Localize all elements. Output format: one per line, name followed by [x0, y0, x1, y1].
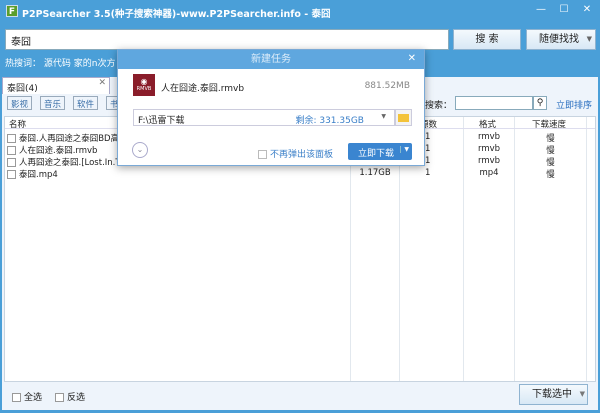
close-icon[interactable]: ✕	[98, 78, 106, 88]
free-space: 剩余: 331.35GB	[295, 116, 364, 126]
header-format[interactable]: 格式	[479, 118, 496, 130]
search-input[interactable]: 泰囧	[5, 29, 449, 50]
file-size: 881.52MB	[364, 81, 410, 91]
result-search-input[interactable]	[455, 96, 533, 110]
save-path-select[interactable]: F:\迅雷下载 剩余: 331.35GB ▼	[133, 109, 395, 126]
search-icon[interactable]: ⚲	[533, 96, 547, 110]
close-icon[interactable]: ✕	[408, 53, 416, 64]
select-all-label: 全选	[24, 393, 43, 403]
search-button[interactable]: 搜 索	[453, 29, 521, 50]
hot-word[interactable]: 源代码	[44, 59, 71, 69]
filter-video[interactable]: 影视	[7, 96, 33, 110]
expand-chevron-icon[interactable]: ⌄	[132, 142, 148, 158]
hot-word[interactable]: 家的n次方	[74, 59, 116, 69]
row-size: 1.17GB	[359, 168, 391, 178]
chevron-down-icon[interactable]: ▼	[400, 146, 409, 153]
header-speed[interactable]: 下载速度	[532, 118, 566, 130]
row-format: rmvb	[477, 144, 501, 154]
header-name[interactable]: 名称	[9, 118, 26, 130]
window-title: P2PSearcher 3.5(种子搜索神器)-www.P2PSearcher.…	[22, 9, 331, 20]
close-button[interactable]: ✕	[576, 3, 598, 17]
checkbox[interactable]	[7, 170, 16, 179]
row-format: rmvb	[477, 132, 501, 142]
row-checkbox[interactable]: 泰囧.mp4	[7, 168, 58, 180]
save-path: F:\迅雷下载	[138, 116, 185, 126]
chevron-down-icon[interactable]: ▼	[580, 385, 585, 404]
new-task-dialog: 新建任务 ✕ ◉ RMVB 人在囧途.泰囧.rmvb 881.52MB F:\迅雷…	[117, 49, 425, 166]
hot-label: 热搜词：	[5, 59, 42, 69]
random-search-button[interactable]: 随便找找 ▼	[526, 29, 596, 50]
download-selected-button[interactable]: 下载选中 ▼	[519, 384, 588, 405]
chevron-down-icon[interactable]: ▼	[381, 113, 386, 120]
checkbox[interactable]	[7, 146, 16, 155]
checkbox[interactable]	[7, 134, 16, 143]
checkbox[interactable]	[7, 158, 16, 167]
checkbox[interactable]	[55, 393, 64, 402]
download-now-label: 立即下载	[358, 149, 395, 159]
minimize-button[interactable]: —	[530, 3, 552, 17]
sort-link[interactable]: 立即排序	[556, 98, 592, 111]
row-sources: 1	[425, 132, 431, 142]
video-file-icon: ◉ RMVB	[133, 74, 155, 96]
folder-button[interactable]	[395, 109, 412, 126]
row-sources: 1	[425, 144, 431, 154]
row-sources: 1	[425, 168, 431, 178]
select-all-checkbox[interactable]: 全选	[12, 390, 42, 403]
row-name: 泰囧.mp4	[19, 170, 58, 180]
checkbox[interactable]	[12, 393, 21, 402]
tab-result[interactable]: 泰囧(4) ✕	[2, 77, 110, 94]
row-sources: 1	[425, 156, 431, 166]
filter-music[interactable]: 音乐	[40, 96, 66, 110]
folder-icon	[398, 114, 409, 122]
no-popup-checkbox[interactable]: 不再弹出该面板	[258, 147, 333, 160]
invert-selection-checkbox[interactable]: 反选	[55, 390, 85, 403]
tab-label: 泰囧(4)	[7, 84, 38, 94]
hot-words: 热搜词： 源代码 家的n次方	[5, 56, 116, 69]
filter-software[interactable]: 软件	[73, 96, 99, 110]
download-selected-label: 下载选中	[532, 389, 572, 400]
row-format: rmvb	[477, 156, 501, 166]
dialog-title: 新建任务	[118, 50, 424, 69]
file-name: 人在囧途.泰囧.rmvb	[161, 84, 245, 94]
chevron-down-icon: ▼	[586, 35, 592, 43]
file-icon-text: RMVB	[136, 86, 152, 92]
maximize-button[interactable]: ☐	[553, 3, 575, 17]
row-format: mp4	[479, 168, 499, 178]
invert-label: 反选	[67, 393, 86, 403]
result-search-label: 搜索：	[425, 101, 453, 111]
checkbox[interactable]	[258, 150, 267, 159]
random-label: 随便找找	[539, 34, 579, 45]
row-speed: 慢	[546, 170, 555, 180]
download-now-button[interactable]: 立即下载 ▼	[348, 143, 412, 160]
no-popup-label: 不再弹出该面板	[270, 150, 334, 160]
app-logo: F	[6, 5, 18, 17]
